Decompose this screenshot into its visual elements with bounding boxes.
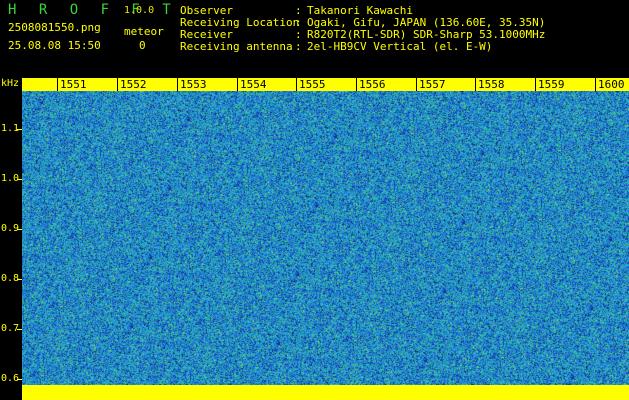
frequency-unit-label: kHz bbox=[1, 78, 20, 89]
time-tick-mark bbox=[416, 78, 417, 91]
time-tick-mark bbox=[296, 78, 297, 91]
time-tick-mark bbox=[595, 78, 596, 91]
spectrogram bbox=[22, 91, 629, 400]
time-tick-label: 1557 bbox=[418, 78, 447, 91]
time-tick-mark bbox=[356, 78, 357, 91]
filename-label: 2508081550.png bbox=[8, 21, 101, 34]
time-tick-mark bbox=[57, 78, 58, 91]
time-tick-mark bbox=[177, 78, 178, 91]
time-tick-label: 1556 bbox=[358, 78, 387, 91]
meteor-count: 0 bbox=[139, 39, 146, 52]
time-tick-label: 1600 bbox=[597, 78, 626, 91]
time-tick-mark bbox=[117, 78, 118, 91]
antenna-separator: : bbox=[295, 40, 302, 53]
time-tick-label: 1552 bbox=[119, 78, 148, 91]
time-tick-label: 1554 bbox=[239, 78, 268, 91]
spectrogram-baseline bbox=[22, 385, 629, 400]
time-tick-label: 1551 bbox=[59, 78, 88, 91]
antenna-value: 2el-HB9CV Vertical (el. E-W) bbox=[307, 40, 493, 53]
antenna-label: Receiving antenna bbox=[180, 40, 293, 53]
time-tick-mark bbox=[475, 78, 476, 91]
datetime-label: 25.08.08 15:50 bbox=[8, 39, 101, 52]
time-tick-label: 1555 bbox=[298, 78, 327, 91]
app-version: 1.0.0 bbox=[124, 5, 155, 16]
time-tick-label: 1559 bbox=[537, 78, 566, 91]
time-tick-mark bbox=[535, 78, 536, 91]
time-tick-label: 1558 bbox=[477, 78, 506, 91]
meteor-label: meteor bbox=[124, 25, 164, 38]
time-tick-mark bbox=[237, 78, 238, 91]
time-tick-label: 1553 bbox=[179, 78, 208, 91]
